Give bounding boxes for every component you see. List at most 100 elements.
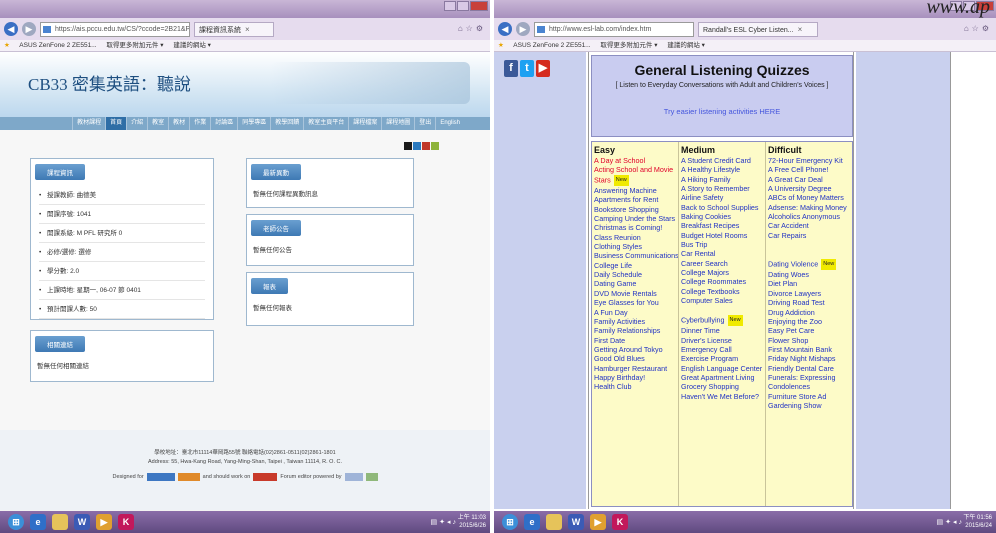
close-button[interactable]: [470, 1, 488, 11]
theme-swatch[interactable]: [413, 142, 421, 150]
quiz-link[interactable]: Stars New: [594, 174, 678, 187]
quiz-link[interactable]: Computer Sales: [681, 296, 765, 305]
quiz-link[interactable]: Dating Violence New: [768, 258, 852, 271]
media-taskbar-icon[interactable]: ▶: [590, 514, 606, 530]
theme-swatch[interactable]: [422, 142, 430, 150]
quiz-link[interactable]: College Textbooks: [681, 287, 765, 296]
quiz-link[interactable]: First Date: [594, 336, 678, 345]
quiz-link[interactable]: Answering Machine: [594, 186, 678, 195]
quiz-link[interactable]: Diet Plan: [768, 279, 852, 288]
nav-item[interactable]: 作業: [189, 117, 210, 130]
favorite-item[interactable]: 取得更多附加元件 ▾: [600, 42, 657, 49]
quiz-link[interactable]: Budget Hotel Rooms: [681, 231, 765, 240]
nav-item[interactable]: 課程檔案: [348, 117, 381, 130]
address-bar[interactable]: https://ais.pccu.edu.tw/CS/?ccode=2B21&P…: [40, 21, 190, 37]
quiz-link[interactable]: Alcoholics Anonymous: [768, 212, 852, 221]
quiz-link[interactable]: First Mountain Bank: [768, 345, 852, 354]
tray-icons[interactable]: ▤✦◂♪: [937, 518, 965, 526]
quiz-link[interactable]: Baking Cookies: [681, 212, 765, 221]
quiz-link[interactable]: Driving Road Test: [768, 298, 852, 307]
quiz-link[interactable]: Funerals: Expressing: [768, 373, 852, 382]
quiz-link[interactable]: Driver's License: [681, 336, 765, 345]
quiz-link[interactable]: Divorce Lawyers: [768, 289, 852, 298]
quiz-link[interactable]: College Roommates: [681, 277, 765, 286]
k-taskbar-icon[interactable]: K: [612, 514, 628, 530]
quiz-link[interactable]: Exercise Program: [681, 354, 765, 363]
folder-taskbar-icon[interactable]: [52, 514, 68, 530]
toolbar-icons[interactable]: ⌂☆⚙: [964, 24, 992, 33]
facebook-icon[interactable]: f: [504, 60, 518, 77]
favorites-star-icon[interactable]: ★: [498, 42, 504, 49]
quiz-link[interactable]: ABCs of Money Matters: [768, 193, 852, 202]
quiz-link[interactable]: Furniture Store Ad: [768, 392, 852, 401]
quiz-link[interactable]: Happy Birthday!: [594, 373, 678, 382]
favorites-star-icon[interactable]: ★: [4, 42, 10, 49]
quiz-link[interactable]: Drug Addiction: [768, 308, 852, 317]
quiz-link[interactable]: Airline Safety: [681, 193, 765, 202]
quiz-link[interactable]: Emergency Call: [681, 345, 765, 354]
quiz-link[interactable]: Car Repairs: [768, 231, 852, 240]
quiz-link[interactable]: Clothing Styles: [594, 242, 678, 251]
favorite-item[interactable]: ASUS ZenFone 2 ZE551...: [19, 42, 96, 49]
browser-tab[interactable]: 課程資訊系統 ×: [194, 21, 274, 37]
nav-item[interactable]: 教室主頁平台: [303, 117, 348, 130]
quiz-link[interactable]: Business Communications: [594, 251, 678, 260]
quiz-link[interactable]: Condolences: [768, 382, 852, 391]
quiz-link[interactable]: Getting Around Tokyo: [594, 345, 678, 354]
nav-item[interactable]: 登出: [414, 117, 435, 130]
nav-item[interactable]: 教材課程: [72, 117, 105, 130]
toolbar-icons[interactable]: ⌂☆⚙: [458, 24, 486, 33]
quiz-link[interactable]: Daily Schedule: [594, 270, 678, 279]
forward-button[interactable]: ▶: [516, 22, 530, 36]
quiz-link[interactable]: College Life: [594, 261, 678, 270]
word-taskbar-icon[interactable]: W: [568, 514, 584, 530]
quiz-link[interactable]: 72-Hour Emergency Kit: [768, 156, 852, 165]
quiz-link[interactable]: A Free Cell Phone!: [768, 165, 852, 174]
quiz-link[interactable]: Class Reunion: [594, 233, 678, 242]
quiz-link[interactable]: A University Degree: [768, 184, 852, 193]
quiz-link[interactable]: A Healthy Lifestyle: [681, 165, 765, 174]
quiz-link[interactable]: Flower Shop: [768, 336, 852, 345]
quiz-link[interactable]: Great Apartment Living: [681, 373, 765, 382]
quiz-link[interactable]: Grocery Shopping: [681, 382, 765, 391]
start-button[interactable]: ⊞: [8, 514, 24, 530]
nav-item[interactable]: 教材: [168, 117, 189, 130]
maximize-button[interactable]: [457, 1, 469, 11]
quiz-link[interactable]: Career Search: [681, 259, 765, 268]
quiz-link[interactable]: Breakfast Recipes: [681, 221, 765, 230]
favorite-item[interactable]: ASUS ZenFone 2 ZE551...: [513, 42, 590, 49]
nav-item[interactable]: 課程地圖: [381, 117, 414, 130]
quiz-link[interactable]: Family Activities: [594, 317, 678, 326]
quiz-link[interactable]: Family Relationships: [594, 326, 678, 335]
quiz-link[interactable]: Health Club: [594, 382, 678, 391]
quiz-link[interactable]: Cyberbullying New: [681, 314, 765, 327]
folder-taskbar-icon[interactable]: [546, 514, 562, 530]
youtube-icon[interactable]: ▶: [536, 60, 550, 77]
quiz-link[interactable]: Friday Night Mishaps: [768, 354, 852, 363]
quiz-link[interactable]: Christmas is Coming!: [594, 223, 678, 232]
quiz-link[interactable]: Eye Glasses for You: [594, 298, 678, 307]
theme-swatch[interactable]: [404, 142, 412, 150]
quiz-link[interactable]: A Story to Remember: [681, 184, 765, 193]
clock[interactable]: 上午 11:03 2015/6/26: [458, 514, 486, 530]
quiz-link[interactable]: Dinner Time: [681, 326, 765, 335]
start-button[interactable]: ⊞: [502, 514, 518, 530]
quiz-link[interactable]: Car Accident: [768, 221, 852, 230]
nav-item[interactable]: 同學專區: [237, 117, 270, 130]
quiz-link[interactable]: College Majors: [681, 268, 765, 277]
nav-item[interactable]: 教學回饋: [270, 117, 303, 130]
quiz-link[interactable]: Dating Game: [594, 279, 678, 288]
quiz-link[interactable]: Dating Woes: [768, 270, 852, 279]
favorite-item[interactable]: 建議的網站 ▾: [667, 42, 705, 49]
nav-item[interactable]: 討論區: [210, 117, 237, 130]
theme-swatch[interactable]: [431, 142, 439, 150]
quiz-link[interactable]: DVD Movie Rentals: [594, 289, 678, 298]
quiz-link[interactable]: A Fun Day: [594, 308, 678, 317]
forward-button[interactable]: ▶: [22, 22, 36, 36]
twitter-icon[interactable]: t: [520, 60, 534, 77]
quiz-link[interactable]: A Student Credit Card: [681, 156, 765, 165]
quiz-link[interactable]: Acting School and Movie: [594, 165, 678, 174]
ie-taskbar-icon[interactable]: e: [30, 514, 46, 530]
word-taskbar-icon[interactable]: W: [74, 514, 90, 530]
quiz-link[interactable]: Good Old Blues: [594, 354, 678, 363]
